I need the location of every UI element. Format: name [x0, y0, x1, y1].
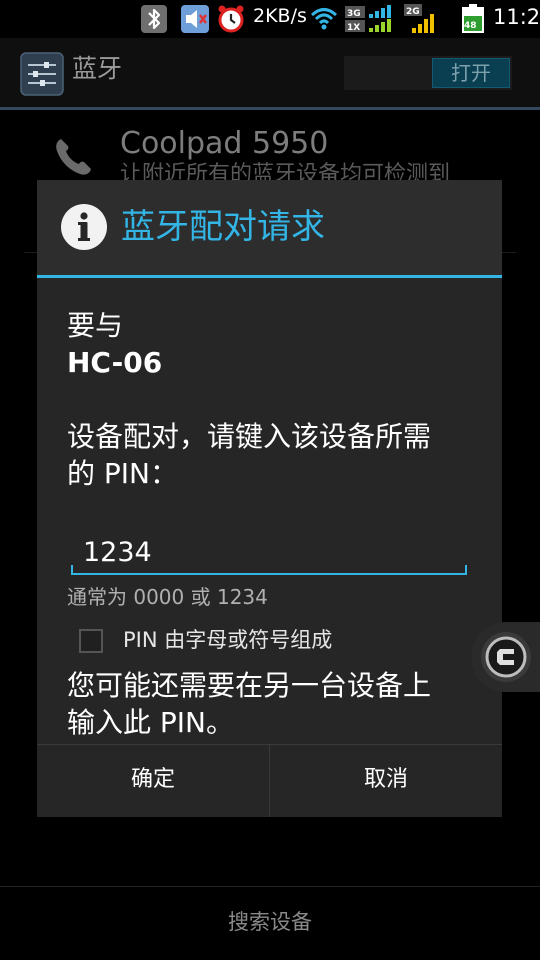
ok-button[interactable]: 确定: [37, 745, 269, 817]
sim1-type: 3G: [347, 9, 361, 19]
network-speed: 2KB/s: [253, 5, 307, 27]
dialog-title: 蓝牙配对请求: [121, 207, 325, 247]
dialog-header: 蓝牙配对请求: [37, 180, 502, 276]
bluetooth-icon: [141, 5, 167, 33]
dialog-title-divider: [37, 275, 502, 278]
status-bar: 2KB/s 3G 1X 2G 48 11:26: [0, 0, 540, 38]
pair-note-line: 输入此 PIN。: [67, 706, 234, 739]
pair-message-line: 设备配对，请键入该设备所需: [67, 420, 432, 453]
phone-icon: [56, 139, 91, 175]
sim1-subtype: 1X: [347, 23, 360, 33]
pin-input-underline: [71, 565, 73, 575]
bottom-divider: [0, 886, 540, 887]
pin-input[interactable]: [71, 528, 467, 576]
page-title: 蓝牙: [72, 54, 123, 83]
cancel-button[interactable]: 取消: [270, 745, 502, 817]
device-name: Coolpad 5950: [120, 126, 329, 161]
battery-level: 48: [464, 21, 477, 31]
battery-icon: 48: [462, 4, 484, 33]
pairing-dialog: 蓝牙配对请求 要与 HC-06 设备配对，请键入该设备所需 的 PIN： 通常为…: [37, 180, 502, 817]
pin-alphanumeric-checkbox[interactable]: [79, 629, 103, 653]
signal-icon: 2G: [404, 4, 434, 33]
checkbox-label[interactable]: PIN 由字母或符号组成: [123, 624, 332, 656]
clock: 11:26: [493, 5, 540, 29]
pin-input-underline: [465, 565, 467, 575]
pin-hint: 通常为 0000 或 1234: [67, 585, 268, 609]
pair-device-name: HC-06: [67, 346, 163, 379]
sound-muted-icon: [181, 5, 209, 33]
pin-input-underline: [71, 573, 467, 575]
pair-note-line: 您可能还需要在另一台设备上: [67, 669, 432, 702]
alarm-icon: [218, 5, 244, 33]
search-devices-button[interactable]: 搜索设备: [0, 888, 540, 960]
info-icon: [61, 204, 107, 250]
pair-message-prefix: 要与: [67, 309, 124, 342]
sim2-type: 2G: [406, 7, 420, 17]
bluetooth-toggle[interactable]: 打开: [432, 58, 510, 88]
pair-message-line: 的 PIN：: [67, 457, 178, 490]
settings-sliders-icon[interactable]: [20, 52, 64, 96]
wifi-icon: [310, 8, 338, 30]
floating-assistant-icon[interactable]: [472, 622, 540, 692]
signal-icon: 3G 1X: [345, 5, 391, 33]
action-bar: 蓝牙 打开: [0, 38, 540, 110]
